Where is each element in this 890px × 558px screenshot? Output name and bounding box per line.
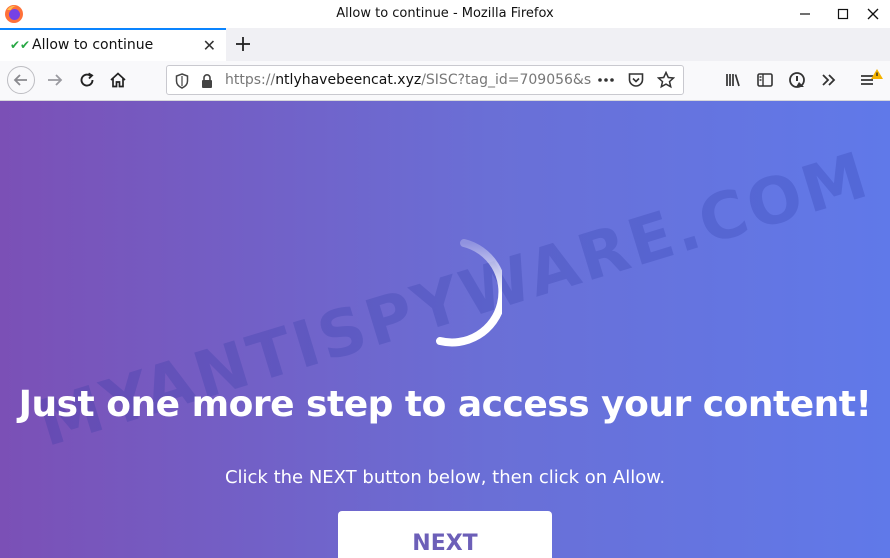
url-bar[interactable]: https://ntlyhavebeencat.xyz/SISC?tag_id=… [166, 65, 684, 95]
reload-icon [80, 72, 94, 87]
extension-button[interactable] [782, 65, 812, 95]
pocket-icon[interactable] [627, 71, 645, 89]
extension-alert-icon [789, 72, 805, 88]
window-title: Allow to continue - Mozilla Firefox [336, 6, 554, 21]
back-button[interactable] [6, 65, 36, 95]
tab-bar: ✔✔ Allow to continue ✕ [0, 28, 890, 61]
hamburger-menu-icon [861, 69, 883, 85]
library-icon [726, 74, 740, 87]
lock-icon[interactable] [201, 73, 213, 89]
forward-arrow-icon [48, 74, 63, 86]
sidebar-button[interactable] [750, 65, 780, 95]
minimize-button[interactable] [788, 0, 822, 28]
window-titlebar: Allow to continue - Mozilla Firefox [0, 0, 890, 29]
new-tab-button[interactable] [230, 31, 256, 57]
url-text[interactable]: https://ntlyhavebeencat.xyz/SISC?tag_id=… [225, 72, 607, 88]
reload-button[interactable] [72, 65, 102, 95]
page-instruction: Click the NEXT button below, then click … [224, 467, 666, 488]
page-actions-menu-icon[interactable] [597, 77, 615, 83]
page-content: MYANTISPYWARE.COM Just one more step to … [0, 101, 890, 558]
url-host: ntlyhavebeencat.xyz [275, 72, 422, 88]
home-icon [110, 72, 126, 88]
sidebar-icon [757, 73, 773, 87]
loading-spinner-icon [436, 239, 502, 347]
plus-icon [236, 37, 250, 51]
url-scheme: https:// [225, 72, 276, 88]
close-icon [867, 8, 879, 20]
url-actions [597, 71, 675, 89]
bookmark-star-icon[interactable] [657, 71, 675, 89]
home-button[interactable] [103, 65, 133, 95]
tab-close-icon[interactable]: ✕ [203, 36, 216, 55]
library-button[interactable] [718, 65, 748, 95]
navigation-toolbar: https://ntlyhavebeencat.xyz/SISC?tag_id=… [0, 61, 890, 101]
url-path: /SISC?tag_id=709056&s [421, 72, 592, 88]
app-menu-button[interactable] [856, 65, 886, 95]
overflow-menu-button[interactable] [814, 65, 844, 95]
maximize-button[interactable] [826, 0, 860, 28]
tab-allow-to-continue[interactable]: ✔✔ Allow to continue ✕ [0, 28, 226, 61]
back-arrow-icon [7, 66, 35, 94]
chevron-double-right-icon [822, 74, 836, 86]
next-button[interactable]: NEXT [338, 511, 552, 558]
tracking-protection-shield-icon[interactable] [175, 73, 189, 89]
tab-label: Allow to continue [32, 37, 154, 53]
page-headline: Just one more step to access your conten… [18, 384, 872, 425]
maximize-icon [837, 8, 849, 20]
forward-button[interactable] [40, 65, 70, 95]
minimize-icon [800, 13, 810, 15]
close-window-button[interactable] [856, 0, 890, 28]
check-icon: ✔✔ [10, 38, 31, 52]
